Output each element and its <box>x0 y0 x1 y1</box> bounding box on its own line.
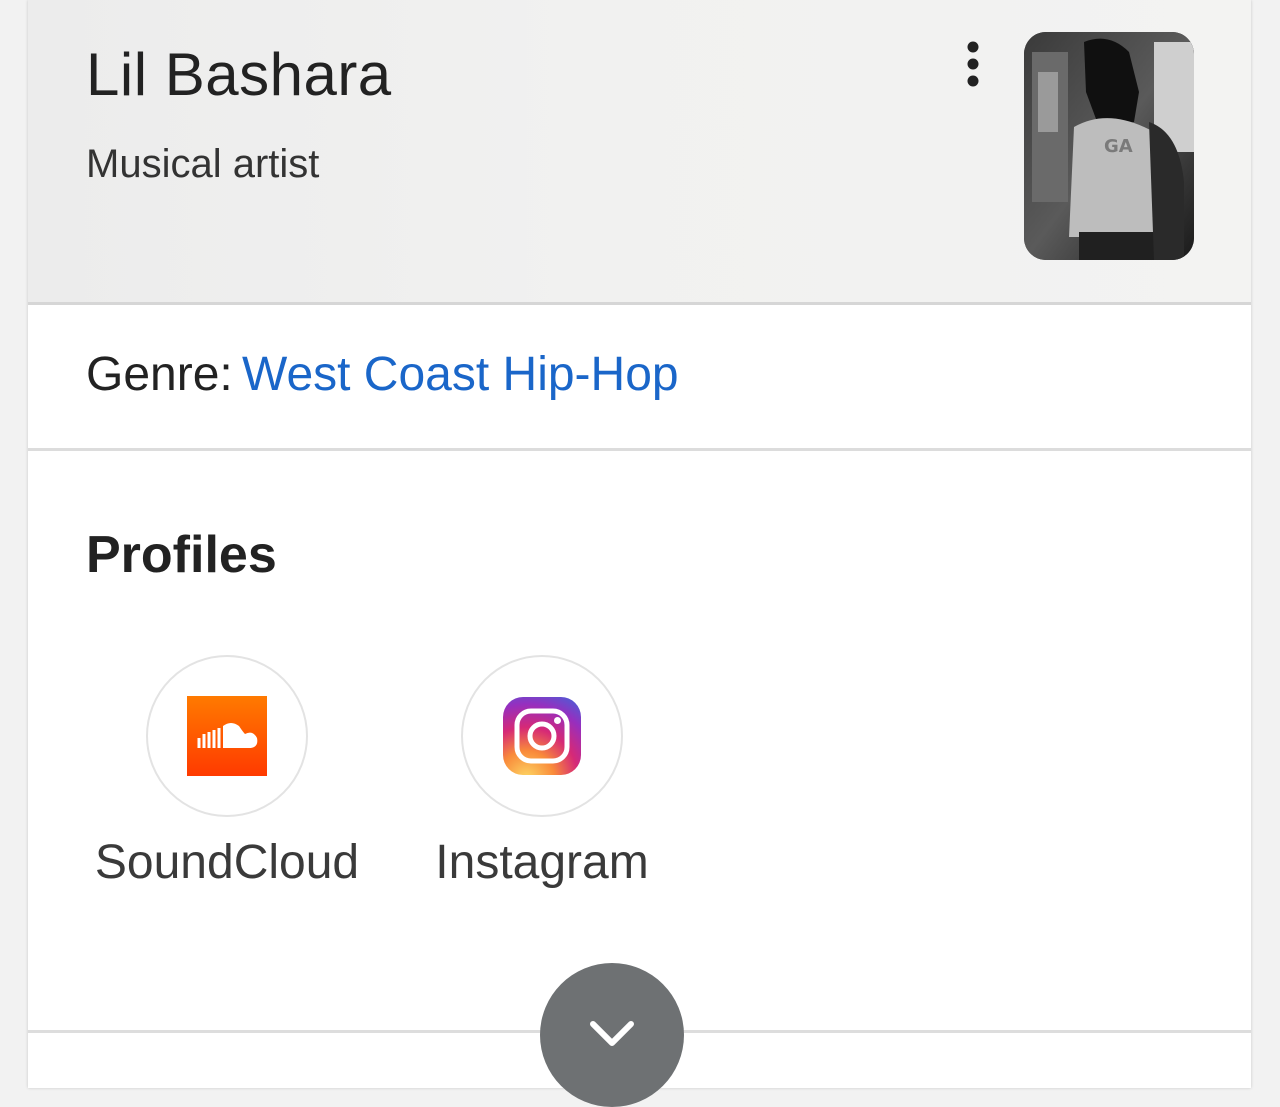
more-options-button[interactable] <box>956 38 990 94</box>
expand-button[interactable] <box>540 963 684 1107</box>
profile-soundcloud[interactable]: SoundCloud <box>82 655 372 905</box>
profile-label: SoundCloud <box>94 836 360 889</box>
profile-icon-circle <box>146 655 308 817</box>
artist-photo-image: GA <box>1024 32 1194 260</box>
genre-label: Genre: <box>86 348 233 401</box>
profile-label: Instagram <box>435 836 649 889</box>
genre-row: Genre: West Coast Hip-Hop <box>28 305 1251 451</box>
more-vert-icon <box>967 41 979 87</box>
instagram-icon <box>503 697 581 775</box>
profile-icon-circle <box>461 655 623 817</box>
genre-link[interactable]: West Coast Hip-Hop <box>242 347 679 402</box>
artist-photo[interactable]: GA <box>1024 32 1194 260</box>
profiles-heading: Profiles <box>86 526 277 584</box>
card-header: Lil Bashara Musical artist GA <box>28 0 1251 305</box>
chevron-down-icon <box>590 1021 634 1046</box>
knowledge-card: Lil Bashara Musical artist GA Genre: Wes… <box>28 0 1251 1088</box>
entity-subtitle: Musical artist <box>86 142 320 186</box>
soundcloud-icon <box>187 696 267 776</box>
entity-title: Lil Bashara <box>86 41 392 108</box>
svg-text:GA: GA <box>1104 136 1133 157</box>
profile-instagram[interactable]: Instagram <box>397 655 687 905</box>
